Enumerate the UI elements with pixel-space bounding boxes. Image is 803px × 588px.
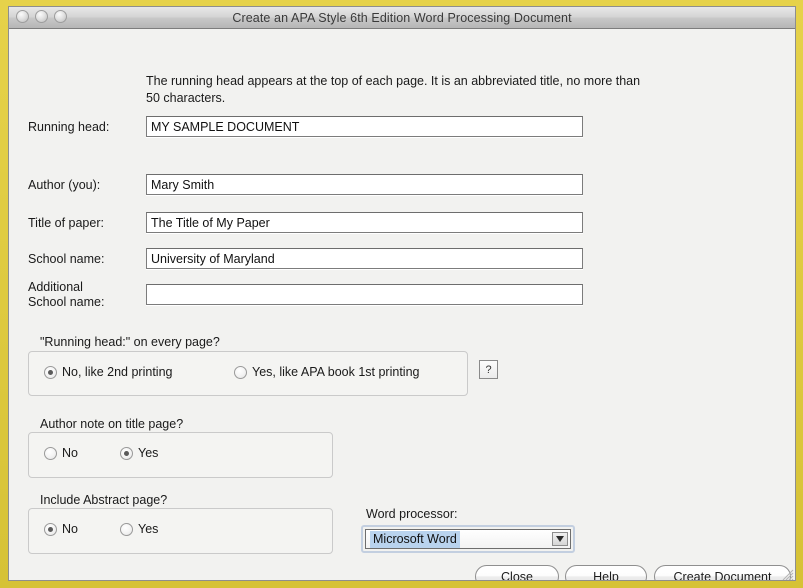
dialog-body: The running head appears at the top of e… <box>9 29 795 580</box>
radio-option-running-head-no[interactable]: No, like 2nd printing <box>44 365 172 379</box>
radio-icon-abstract-no[interactable] <box>44 522 57 536</box>
radio-option-abstract-yes[interactable]: Yes <box>120 522 158 536</box>
title-bar[interactable]: Create an APA Style 6th Edition Word Pro… <box>9 7 795 29</box>
label-author: Author (you): <box>28 178 101 192</box>
group-title-author-note: Author note on title page? <box>40 417 184 431</box>
resize-grip[interactable] <box>780 567 794 580</box>
help-question-button[interactable]: ? <box>479 360 498 379</box>
zoom-button-icon[interactable] <box>54 10 67 23</box>
radio-label-running-head-no: No, like 2nd printing <box>62 365 173 379</box>
groupbox-running-head-every-page: No, like 2nd printing Yes, like APA book… <box>28 351 468 396</box>
input-author[interactable]: Mary Smith <box>146 174 583 195</box>
radio-icon-abstract-yes[interactable] <box>120 522 133 536</box>
word-processor-dropdown-face[interactable]: Microsoft Word <box>365 529 571 549</box>
dialog-window: Create an APA Style 6th Edition Word Pro… <box>8 6 796 581</box>
help-button[interactable]: Help <box>565 565 647 580</box>
radio-option-author-note-no[interactable]: No <box>44 446 78 460</box>
radio-icon-running-head-no[interactable] <box>44 365 57 379</box>
close-button[interactable]: Close <box>475 565 559 580</box>
radio-icon-author-note-yes[interactable] <box>120 446 133 460</box>
groupbox-author-note: No Yes <box>28 432 333 478</box>
input-title-of-paper[interactable]: The Title of My Paper <box>146 212 583 233</box>
group-title-running-head-every-page: "Running head:" on every page? <box>40 335 220 349</box>
input-additional-school-name[interactable] <box>146 284 583 305</box>
radio-option-abstract-no[interactable]: No <box>44 522 78 536</box>
window-frame: Create an APA Style 6th Edition Word Pro… <box>0 0 803 588</box>
label-school-name: School name: <box>28 252 105 266</box>
radio-option-author-note-yes[interactable]: Yes <box>120 446 158 460</box>
label-additional-school-name-line2: School name: <box>28 295 105 309</box>
window-title: Create an APA Style 6th Edition Word Pro… <box>232 10 572 25</box>
close-button-icon[interactable] <box>16 10 29 23</box>
radio-label-author-note-no: No <box>62 446 78 460</box>
label-title-of-paper: Title of paper: <box>28 216 104 230</box>
label-additional-school-name: Additional School name: <box>28 280 104 310</box>
word-processor-selected-value: Microsoft Word <box>370 530 460 548</box>
radio-label-author-note-yes: Yes <box>138 446 159 460</box>
minimize-button-icon[interactable] <box>35 10 48 23</box>
radio-label-abstract-no: No <box>62 522 78 536</box>
label-running-head: Running head: <box>28 120 110 134</box>
label-word-processor: Word processor: <box>366 507 458 521</box>
radio-icon-running-head-yes[interactable] <box>234 365 247 379</box>
create-document-button[interactable]: Create Document <box>654 565 791 580</box>
chevron-down-icon[interactable] <box>552 532 568 546</box>
radio-option-running-head-yes[interactable]: Yes, like APA book 1st printing <box>234 365 419 379</box>
input-school-name[interactable]: University of Maryland <box>146 248 583 269</box>
radio-label-running-head-yes: Yes, like APA book 1st printing <box>252 365 420 379</box>
input-running-head[interactable]: MY SAMPLE DOCUMENT <box>146 116 583 137</box>
groupbox-include-abstract: No Yes <box>28 508 333 554</box>
intro-text: The running head appears at the top of e… <box>146 74 641 105</box>
group-title-include-abstract: Include Abstract page? <box>40 493 168 507</box>
radio-label-abstract-yes: Yes <box>138 522 159 536</box>
word-processor-dropdown[interactable]: Microsoft Word <box>361 525 575 553</box>
traffic-light-group <box>16 10 67 23</box>
label-additional-school-name-line1: Additional <box>28 280 83 294</box>
radio-icon-author-note-no[interactable] <box>44 446 57 460</box>
